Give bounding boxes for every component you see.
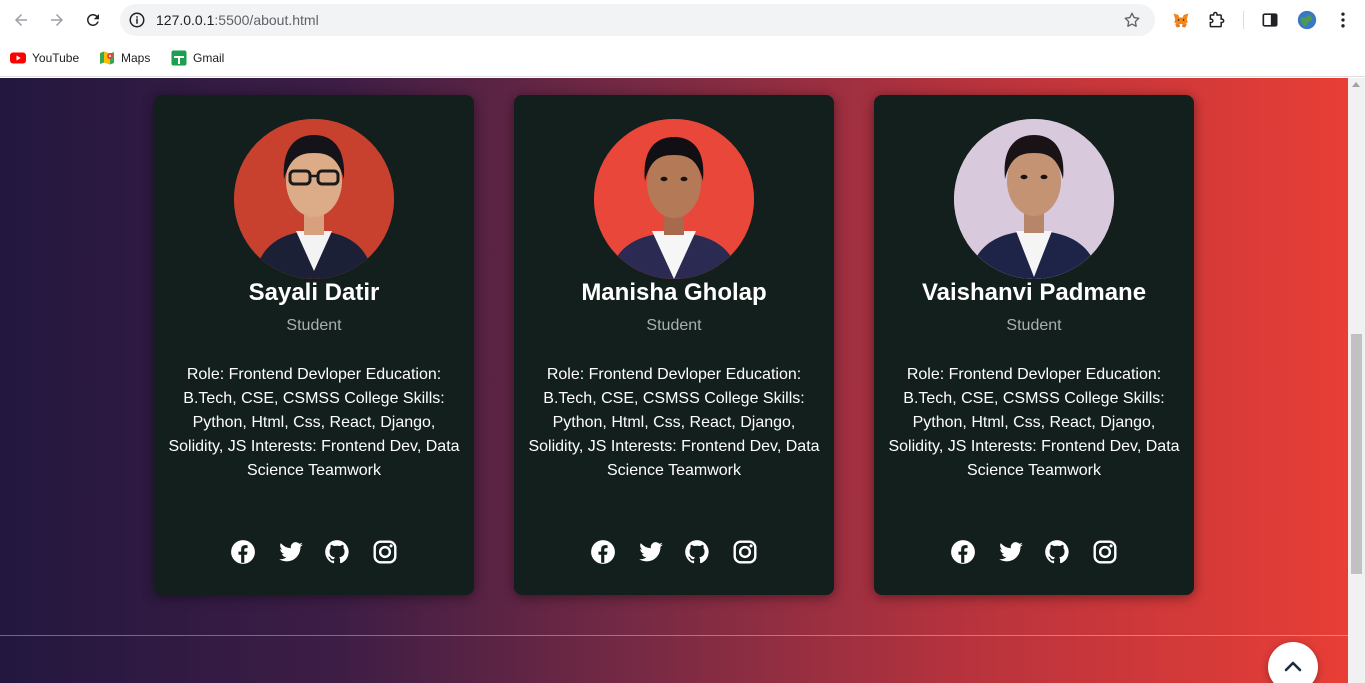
- social-links: [514, 539, 834, 565]
- maps-icon: [99, 50, 115, 66]
- github-icon[interactable]: [324, 539, 350, 565]
- footer-divider: [0, 635, 1348, 636]
- reload-icon[interactable]: [81, 8, 105, 32]
- bookmark-youtube[interactable]: YouTube: [10, 48, 79, 68]
- member-description: Role: Frontend Devloper Education: B.Tec…: [888, 366, 1180, 479]
- instagram-icon[interactable]: [372, 539, 398, 565]
- page-scrollbar[interactable]: [1348, 78, 1365, 683]
- member-name: Manisha Gholap: [581, 279, 767, 306]
- member-description: Role: Frontend Devloper Education: B.Tec…: [168, 366, 460, 479]
- profile-avatar-icon[interactable]: [1296, 9, 1318, 31]
- github-icon[interactable]: [684, 539, 710, 565]
- bookmark-star-icon[interactable]: [1123, 11, 1141, 29]
- youtube-icon: [10, 50, 26, 66]
- member-name: Vaishanvi Padmane: [921, 279, 1147, 306]
- twitter-icon[interactable]: [638, 539, 664, 565]
- gmail-icon: [171, 50, 187, 66]
- profile-photo: [234, 119, 394, 279]
- twitter-icon[interactable]: [998, 539, 1024, 565]
- twitter-icon[interactable]: [278, 539, 304, 565]
- team-card: Sayali Datir Student Role: Frontend Devl…: [154, 95, 474, 595]
- address-bar[interactable]: 127.0.0.1:5500/about.html: [120, 4, 1155, 36]
- bookmark-gmail[interactable]: Gmail: [171, 48, 224, 68]
- github-icon[interactable]: [1044, 539, 1070, 565]
- instagram-icon[interactable]: [732, 539, 758, 565]
- member-role: Student: [646, 317, 702, 334]
- scroll-up-arrow-icon[interactable]: [1352, 82, 1360, 87]
- forward-icon[interactable]: [45, 8, 69, 32]
- member-name: Sayali Datir: [248, 279, 380, 306]
- instagram-icon[interactable]: [1092, 539, 1118, 565]
- team-card: Manisha Gholap Student Role: Frontend De…: [514, 95, 834, 595]
- toolbar-separator: [1243, 11, 1244, 29]
- extensions-puzzle-icon[interactable]: [1206, 9, 1228, 31]
- back-icon[interactable]: [9, 8, 33, 32]
- member-description: Role: Frontend Devloper Education: B.Tec…: [528, 366, 820, 479]
- chevron-up-icon: [1284, 661, 1302, 672]
- social-links: [874, 539, 1194, 565]
- scrollbar-thumb[interactable]: [1351, 334, 1362, 574]
- browser-menu-icon[interactable]: [1332, 9, 1354, 31]
- metamask-extension-icon[interactable]: [1170, 9, 1192, 31]
- facebook-icon[interactable]: [950, 539, 976, 565]
- profile-photo: [954, 119, 1114, 279]
- side-panel-icon[interactable]: [1259, 9, 1281, 31]
- bookmark-maps[interactable]: Maps: [99, 48, 150, 68]
- browser-toolbar: 127.0.0.1:5500/about.html: [0, 0, 1365, 40]
- site-info-icon[interactable]: [128, 11, 146, 29]
- team-card: Vaishanvi Padmane Student Role: Frontend…: [874, 95, 1194, 595]
- page-content: Sayali Datir Student Role: Frontend Devl…: [0, 78, 1348, 683]
- scroll-to-top-button[interactable]: [1268, 642, 1318, 683]
- bookmarks-bar: YouTube Maps Gmail: [0, 40, 1365, 77]
- url-text[interactable]: 127.0.0.1:5500/about.html: [156, 12, 319, 28]
- profile-photo: [594, 119, 754, 279]
- facebook-icon[interactable]: [230, 539, 256, 565]
- social-links: [154, 539, 474, 565]
- member-role: Student: [1006, 317, 1062, 334]
- facebook-icon[interactable]: [590, 539, 616, 565]
- member-role: Student: [286, 317, 342, 334]
